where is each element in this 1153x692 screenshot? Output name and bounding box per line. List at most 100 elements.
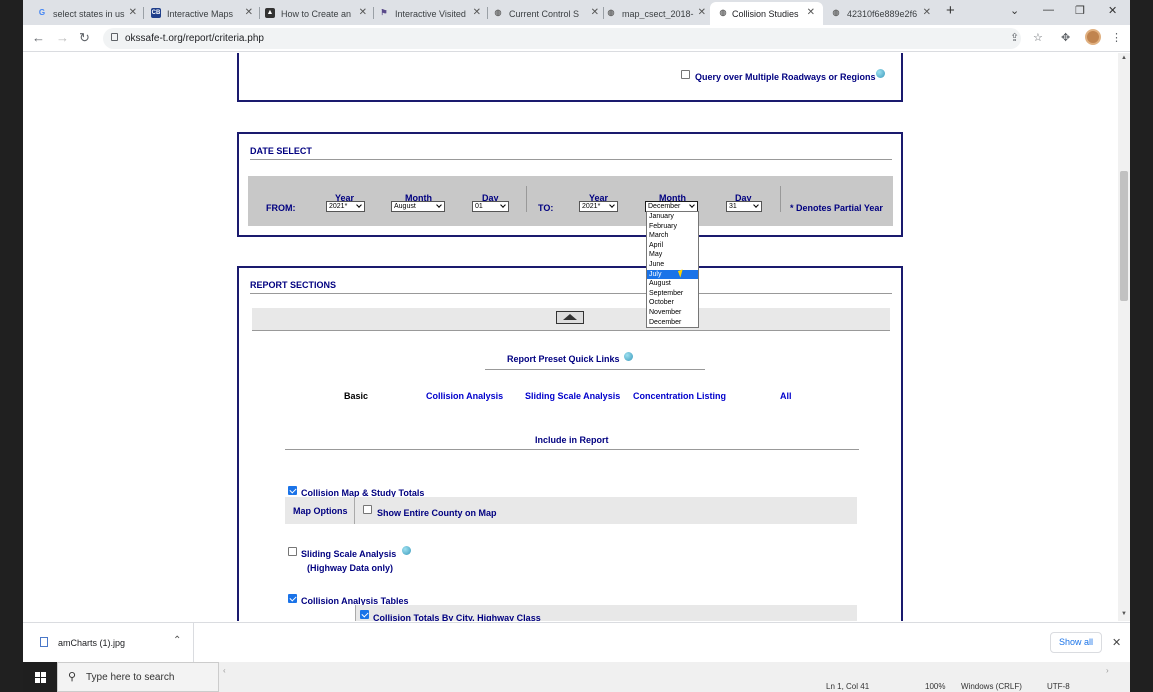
globe-icon: ◍ xyxy=(719,8,727,17)
close-icon[interactable]: ✕ xyxy=(923,7,931,18)
to-label: TO: xyxy=(538,203,554,213)
tab-6[interactable]: ◍ Collision Studies ✕ xyxy=(710,2,823,25)
date-range-panel: FROM: Year 2021* Month August Day 01 TO:… xyxy=(248,176,893,226)
query-box: Query over Multiple Roadways or Regions xyxy=(237,53,903,102)
close-window-icon[interactable]: ✕ xyxy=(1108,4,1117,17)
month-option[interactable]: August xyxy=(647,279,698,289)
chevron-up-icon[interactable]: ⌃ xyxy=(173,635,181,646)
tab-7[interactable]: ◍ 42310f6e889e2f6 ✕ xyxy=(831,2,932,25)
close-icon[interactable]: ✕ xyxy=(245,7,253,18)
month-option[interactable]: November xyxy=(647,308,698,318)
month-dropdown-list[interactable]: January February March April May June Ju… xyxy=(646,211,699,328)
new-tab-icon[interactable]: + xyxy=(946,2,955,19)
preset-sliding-link[interactable]: Sliding Scale Analysis xyxy=(525,391,620,401)
show-all-button[interactable]: Show all xyxy=(1050,632,1102,653)
analysis-tables-checkbox[interactable] xyxy=(288,594,297,603)
forward-icon[interactable]: → xyxy=(56,30,69,45)
scroll-up-icon[interactable]: ▲ xyxy=(1121,55,1127,61)
month-option[interactable]: January xyxy=(647,212,698,222)
extensions-icon[interactable]: ✥ xyxy=(1061,31,1070,44)
from-day-select[interactable]: 01 xyxy=(472,201,509,212)
download-file-name[interactable]: amCharts (1).jpg xyxy=(58,638,125,648)
from-label: FROM: xyxy=(266,203,296,213)
url-field[interactable]: okssafe-t.org/report/criteria.php xyxy=(103,28,1021,49)
close-icon[interactable]: ✕ xyxy=(1112,636,1121,649)
close-icon[interactable]: ✕ xyxy=(591,7,599,18)
map-totals-checkbox[interactable] xyxy=(288,486,297,495)
to-year-select[interactable]: 2021* xyxy=(579,201,618,212)
from-month-select[interactable]: August xyxy=(391,201,445,212)
month-option[interactable]: March xyxy=(647,231,698,241)
vertical-scrollbar[interactable]: ▲ ▼ xyxy=(1118,53,1130,621)
month-option-highlighted[interactable]: July xyxy=(647,269,698,280)
scroll-down-icon[interactable]: ▼ xyxy=(1121,611,1127,617)
back-icon[interactable]: ← xyxy=(32,30,45,45)
preset-concentration-link[interactable]: Concentration Listing xyxy=(633,391,726,401)
start-button[interactable] xyxy=(23,662,57,692)
taskbar: ⚲ Type here to search xyxy=(0,662,1153,692)
image-icon: ▲ xyxy=(265,8,275,18)
tab-5[interactable]: ◍ map_csect_2018- ✕ xyxy=(606,2,707,25)
sliding-checkbox[interactable] xyxy=(288,547,297,556)
preset-collision-link[interactable]: Collision Analysis xyxy=(426,391,503,401)
globe-icon: ◍ xyxy=(607,8,615,17)
close-icon[interactable]: ✕ xyxy=(129,7,137,18)
close-icon[interactable]: ✕ xyxy=(359,7,367,18)
flag-icon: ⚑ xyxy=(380,8,388,17)
globe-icon: ◍ xyxy=(832,8,840,17)
tab-1[interactable]: CB Interactive Maps ✕ xyxy=(151,2,253,25)
month-option[interactable]: April xyxy=(647,241,698,251)
month-option[interactable]: May xyxy=(647,250,698,260)
restore-icon[interactable]: ❐ xyxy=(1075,4,1085,17)
close-icon[interactable]: ✕ xyxy=(698,7,706,18)
collapse-toggle-button[interactable] xyxy=(556,311,584,324)
tab-3[interactable]: ⚑ Interactive Visited ✕ xyxy=(379,2,481,25)
report-sections-box: REPORT SECTIONS Report Preset Quick Link… xyxy=(237,266,903,621)
search-icon: ⚲ xyxy=(68,671,77,683)
info-icon[interactable] xyxy=(624,352,633,361)
from-year-select[interactable]: 2021* xyxy=(326,201,365,212)
date-select-title: DATE SELECT xyxy=(250,146,312,156)
entire-county-checkbox[interactable] xyxy=(363,505,372,514)
month-option[interactable]: September xyxy=(647,289,698,299)
preset-title: Report Preset Quick Links xyxy=(507,354,620,364)
collapse-bar xyxy=(252,308,890,331)
lock-icon xyxy=(111,33,118,41)
tab-search-icon[interactable]: ⌄ xyxy=(1010,4,1019,17)
tab-0[interactable]: G select states in us ✕ xyxy=(37,2,137,25)
month-option[interactable]: October xyxy=(647,298,698,308)
close-icon[interactable]: ✕ xyxy=(473,7,481,18)
minimize-icon[interactable]: — xyxy=(1043,4,1054,16)
info-icon[interactable] xyxy=(402,546,411,555)
entire-county-label: Show Entire County on Map xyxy=(377,508,497,518)
taskbar-search[interactable]: ⚲ Type here to search xyxy=(57,662,219,692)
scrollbar-thumb[interactable] xyxy=(1120,171,1128,301)
tab-strip: G select states in us ✕ CB Interactive M… xyxy=(23,0,1130,25)
sliding-sub-label: (Highway Data only) xyxy=(307,563,394,573)
month-option[interactable]: June xyxy=(647,260,698,270)
month-option[interactable]: February xyxy=(647,222,698,232)
star-icon[interactable]: ☆ xyxy=(1033,31,1043,44)
report-sections-title: REPORT SECTIONS xyxy=(250,280,337,290)
totals-city-checkbox[interactable] xyxy=(360,610,369,619)
cb-icon: CB xyxy=(151,8,161,18)
file-icon xyxy=(40,637,48,647)
address-bar: ← → ↻ okssafe-t.org/report/criteria.php … xyxy=(23,25,1130,52)
browser-window: G select states in us ✕ CB Interactive M… xyxy=(23,0,1130,692)
tab-4[interactable]: ◍ Current Control S ✕ xyxy=(493,2,600,25)
preset-all-link[interactable]: All xyxy=(780,391,792,401)
avatar[interactable] xyxy=(1085,29,1101,45)
google-icon: G xyxy=(38,8,46,17)
to-day-select[interactable]: 31 xyxy=(726,201,762,212)
windows-icon xyxy=(35,672,46,683)
tab-2[interactable]: ▲ How to Create an ✕ xyxy=(265,2,367,25)
preset-basic-link[interactable]: Basic xyxy=(344,391,368,401)
close-icon[interactable]: ✕ xyxy=(807,7,815,18)
reload-icon[interactable]: ↻ xyxy=(79,30,90,46)
share-icon[interactable]: ⇪ xyxy=(1010,31,1019,44)
totals-city-label: Collision Totals By City, Highway Class xyxy=(373,613,541,621)
multi-region-checkbox[interactable] xyxy=(681,70,690,79)
menu-icon[interactable]: ⋮ xyxy=(1111,31,1122,44)
month-option[interactable]: December xyxy=(647,318,698,328)
info-icon[interactable] xyxy=(876,69,885,78)
